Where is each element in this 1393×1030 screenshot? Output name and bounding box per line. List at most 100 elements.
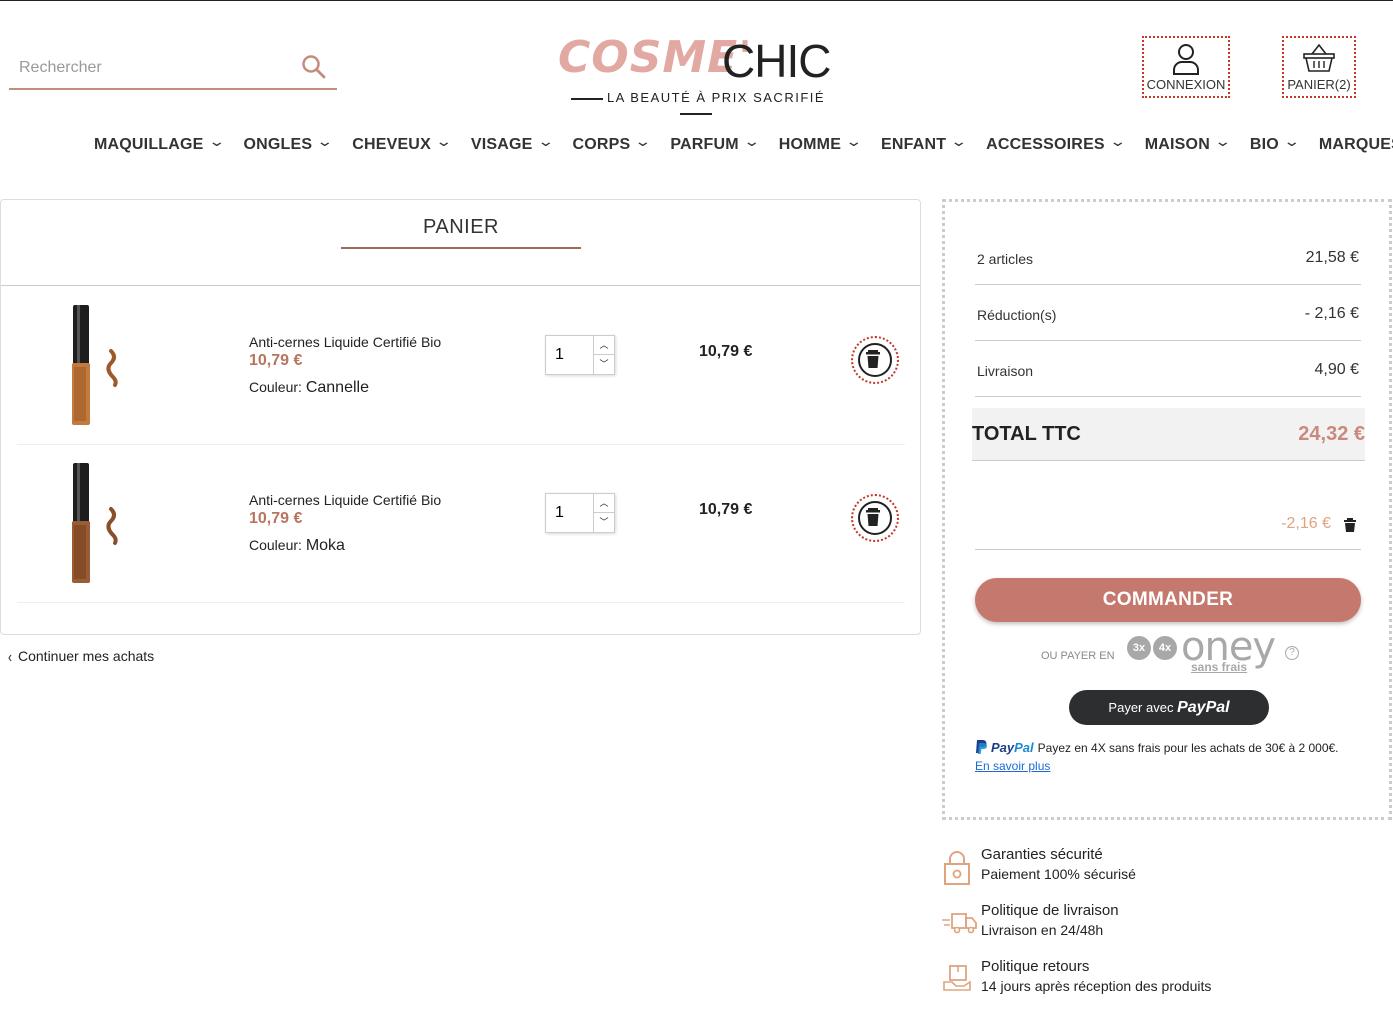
quantity-input[interactable] [546, 336, 594, 374]
chevron-left-icon: ‹ [8, 647, 12, 667]
continue-shopping-link[interactable]: ‹ Continuer mes achats [8, 647, 155, 667]
summary-value: - 2,16 € [1304, 305, 1359, 322]
reassurance-subtitle: 14 jours après réception des produits [981, 978, 1212, 994]
product-color: Couleur: Moka [249, 537, 345, 555]
quantity-input[interactable] [546, 494, 594, 532]
paypal-button[interactable]: Payer avec PayPal [1069, 690, 1269, 725]
chevron-down-icon[interactable]: ﹀ [593, 513, 614, 532]
nav-item-corps[interactable]: CORPS ⌄ [573, 132, 653, 154]
checkout-button[interactable]: COMMANDER [975, 578, 1361, 622]
summary-discount: Réduction(s) - 2,16 € [975, 285, 1361, 341]
chevron-down-icon: ⌄ [634, 132, 653, 149]
oney-3x-badge: 3x [1127, 636, 1151, 660]
reassurance-security: Garanties sécurité Paiement 100% sécuris… [942, 846, 1362, 890]
summary-label: 2 articles [977, 251, 1034, 267]
nav-item-maquillage[interactable]: MAQUILLAGE ⌄ [94, 133, 225, 154]
search-icon[interactable] [301, 54, 329, 82]
nav-item-marques[interactable]: MARQUES [1319, 136, 1393, 154]
paypal-brand-pal: Pal [1014, 740, 1034, 755]
total-label: TOTAL TTC [972, 423, 1081, 445]
delete-item-button[interactable] [851, 336, 899, 384]
chevron-down-icon: ⌄ [1282, 132, 1301, 149]
nav-label: MARQUES [1318, 136, 1393, 153]
cart-button[interactable]: PANIER(2) [1282, 36, 1356, 98]
chevron-down-icon: ⌄ [434, 132, 453, 149]
nav-label: MAQUILLAGE [94, 136, 204, 153]
cart-title: PANIER [341, 216, 581, 249]
oney-payment[interactable]: OU PAYER EN 3x 4x oney sans frais ? [1041, 624, 1301, 676]
top-border [0, 0, 1393, 1]
product-name[interactable]: Anti-cernes Liquide Certifié Bio [249, 492, 441, 508]
continue-label: Continuer mes achats [18, 648, 155, 664]
chevron-up-icon[interactable]: ︿ [593, 336, 614, 355]
reassurance-title: Politique retours [981, 958, 1090, 975]
nav-item-visage[interactable]: VISAGE ⌄ [470, 133, 554, 154]
summary-label: Réduction(s) [977, 307, 1057, 323]
chevron-down-icon: ⌄ [845, 132, 863, 149]
nav-item-ongles[interactable]: ONGLES ⌄ [243, 132, 335, 154]
nav-label: CHEVEUX [352, 136, 431, 153]
summary-value: 4,90 € [1314, 361, 1359, 378]
nav-label: VISAGE [470, 136, 533, 153]
chevron-down-icon[interactable]: ﹀ [593, 355, 614, 374]
nav-item-accessoires[interactable]: ACCESSOIRES ⌄ [986, 133, 1126, 154]
reassurance-title: Garanties sécurité [981, 846, 1103, 863]
order-summary: 2 articles 21,58 € Réduction(s) - 2,16 €… [942, 199, 1392, 820]
product-price: 10,79 € [249, 352, 303, 369]
reassurance-shipping: Politique de livraison Livraison en 24/4… [942, 902, 1362, 946]
site-logo[interactable]: COSME' CHIC LA BEAUTÉ À PRIX SACRIFIÉ [556, 30, 836, 110]
search-input[interactable] [19, 56, 289, 80]
cart-label: PANIER(2) [1287, 77, 1351, 92]
summary-value: 21,58 € [1305, 249, 1359, 266]
nav-item-parfum[interactable]: PARFUM ⌄ [670, 133, 760, 154]
paypal-logo: PayPal [1177, 699, 1230, 716]
nav-label: BIO [1249, 136, 1279, 153]
paypal-brand: PayPal [991, 740, 1034, 755]
reassurance-subtitle: Livraison en 24/48h [981, 922, 1104, 938]
nav-label: ONGLES [243, 136, 313, 153]
product-name[interactable]: Anti-cernes Liquide Certifié Bio [249, 334, 441, 350]
nav-item-enfant[interactable]: ENFANT ⌄ [881, 132, 969, 154]
nav-item-homme[interactable]: HOMME ⌄ [779, 132, 863, 154]
product-color: Couleur: Cannelle [249, 379, 369, 397]
learn-more-link[interactable]: En savoir plus [975, 759, 1375, 773]
product-price: 10,79 € [249, 510, 303, 527]
chevron-up-icon[interactable]: ︿ [593, 494, 614, 513]
cart-row: Anti-cernes Liquide Certifié Bio 10,79 €… [17, 287, 905, 445]
login-button[interactable]: CONNEXION [1142, 36, 1230, 98]
cart-panel: PANIER Anti-cernes Liquide Certifié Bio … [0, 199, 921, 635]
paypal-4x-message: PayPal Payez en 4X sans frais pour les ac… [975, 740, 1375, 773]
color-label: Couleur: [249, 379, 302, 395]
applied-voucher: -2,16 € [975, 482, 1361, 550]
chevron-down-icon: ⌄ [950, 132, 969, 149]
line-total: 10,79 € [699, 343, 753, 360]
basket-icon [1303, 43, 1335, 72]
chevron-down-icon: ⌄ [316, 132, 335, 149]
chevron-down-icon: ⌄ [1213, 132, 1232, 149]
paypal-icon [976, 740, 987, 754]
paypal-button-prefix: Payer avec [1108, 700, 1174, 715]
cart-row: Anti-cernes Liquide Certifié Bio 10,79 €… [17, 445, 905, 603]
oney-4x-badge: 4x [1153, 636, 1177, 660]
nav-item-cheveux[interactable]: CHEVEUX ⌄ [352, 132, 453, 154]
chevron-down-icon: ⌄ [742, 132, 761, 149]
nav-label: ENFANT [881, 136, 947, 153]
oney-subtitle: sans frais [1191, 660, 1248, 674]
nav-label: PARFUM [670, 136, 739, 153]
divider [1, 285, 920, 286]
delete-item-button[interactable] [851, 494, 899, 542]
nav-item-maison[interactable]: MAISON ⌄ [1145, 132, 1232, 154]
nav-label: ACCESSOIRES [986, 136, 1105, 153]
lock-icon [944, 851, 970, 885]
summary-total: TOTAL TTC 24,32 € [972, 408, 1365, 461]
nav-item-bio[interactable]: BIO ⌄ [1249, 132, 1301, 154]
chevron-down-icon: ⌄ [207, 132, 226, 149]
trash-icon[interactable] [1343, 517, 1357, 533]
logo-chic: CHIC [722, 35, 831, 87]
product-image [72, 463, 118, 583]
logo-tagline: LA BEAUTÉ À PRIX SACRIFIÉ [556, 90, 836, 120]
color-label: Couleur: [249, 537, 302, 553]
paypal-4x-text: Payez en 4X sans frais pour les achats d… [1037, 741, 1339, 755]
reassurance-returns: Politique retours 14 jours après récepti… [942, 958, 1362, 1002]
help-icon[interactable]: ? [1285, 646, 1299, 660]
